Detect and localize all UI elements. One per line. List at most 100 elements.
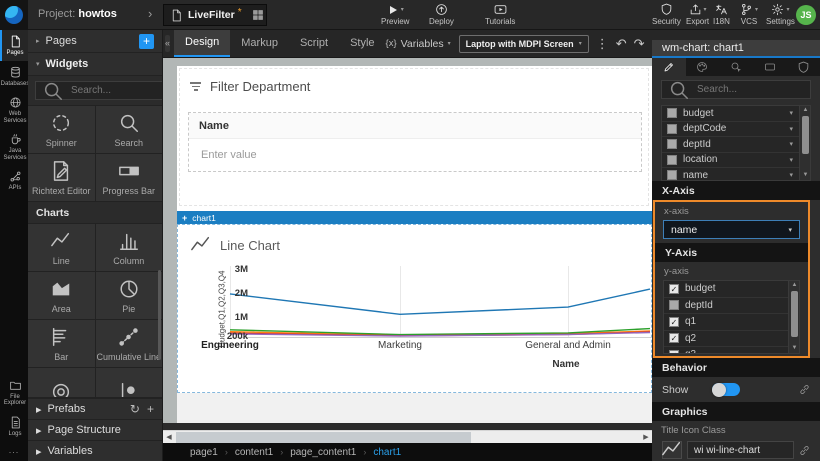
property-search[interactable] — [661, 80, 811, 99]
title-icon-class-input[interactable] — [687, 441, 794, 459]
bind-link-icon[interactable] — [799, 445, 810, 456]
tab-design[interactable]: Design — [174, 30, 230, 57]
checkbox-deptCode[interactable] — [667, 124, 677, 134]
chevron-down-icon[interactable]: ▾ — [789, 156, 793, 164]
variables-menu[interactable]: {x} Variables ▾ — [386, 38, 451, 50]
kebab-menu-icon[interactable]: ⋮ — [596, 37, 609, 50]
widget-progress-bar[interactable]: Progress Bar — [96, 154, 163, 201]
rail-item-web-services[interactable]: Web Services — [0, 91, 28, 128]
widget-column[interactable]: Column — [96, 224, 163, 271]
rail-item-apis[interactable]: APIs — [0, 165, 28, 196]
breadcrumb-item-content1[interactable]: content1 — [235, 447, 273, 458]
chevron-down-icon[interactable]: ▾ — [789, 171, 793, 179]
widget-search-input[interactable] — [69, 84, 163, 97]
user-avatar[interactable]: JS — [796, 5, 816, 25]
checkbox-budget[interactable] — [667, 108, 677, 118]
add-page-button[interactable]: + — [139, 34, 154, 49]
scrollbar-thumb[interactable] — [176, 432, 471, 443]
widget-area[interactable]: Area — [28, 272, 95, 319]
tab-styles[interactable] — [686, 58, 720, 76]
area-icon — [50, 278, 72, 300]
export-button[interactable]: ▾ Export — [686, 3, 709, 26]
scroll-down-arrow[interactable]: ▼ — [789, 344, 800, 353]
checkbox-deptId[interactable] — [667, 139, 677, 149]
widgets-accordion[interactable]: ▾ Widgets — [28, 53, 162, 76]
chart-widget-selection-bar[interactable]: + chart1 — [177, 211, 652, 224]
checkbox-q1[interactable]: ✓ — [669, 317, 679, 327]
widget-search[interactable]: Search — [96, 106, 163, 153]
widget-line[interactable]: Line — [28, 224, 95, 271]
widget-pie[interactable]: Pie — [96, 272, 163, 319]
chevron-down-icon[interactable]: ▾ — [789, 140, 793, 148]
scroll-up-arrow[interactable]: ▲ — [789, 281, 800, 290]
variables-accordion[interactable]: ▸ Variables — [28, 440, 162, 461]
rail-more-button[interactable]: ... — [0, 441, 28, 461]
tab-properties[interactable] — [652, 58, 686, 76]
widget-spinner[interactable]: Spinner — [28, 106, 95, 153]
scroll-up-arrow[interactable]: ▲ — [800, 106, 811, 115]
line-chart-widget[interactable]: Line Chart Budget,Q1,Q2,Q3,Q4 200k1M2M3M… — [177, 224, 652, 393]
vcs-button[interactable]: ▾ VCS — [740, 3, 758, 26]
rail-item-databases[interactable]: Databases — [0, 61, 28, 92]
grid-view-icon[interactable] — [252, 9, 264, 21]
page-structure-accordion[interactable]: ▸ Page Structure — [28, 419, 162, 440]
wavemaker-logo[interactable] — [5, 6, 23, 24]
chevron-down-icon[interactable]: ▾ — [789, 109, 793, 117]
widget-bar[interactable]: Bar — [28, 320, 95, 367]
y-axis-scrollbar[interactable]: ▲ ▼ — [788, 281, 799, 353]
livefilter-widget[interactable]: Filter Department Name — [179, 68, 649, 206]
rail-item-file-explorer[interactable]: File Explorer — [0, 374, 28, 411]
tab-security[interactable] — [786, 58, 820, 76]
tab-markup[interactable]: Markup — [230, 30, 289, 57]
page-preview[interactable]: Filter Department Name + chart1 Line Cha… — [177, 66, 652, 423]
rail-item-java-services[interactable]: Java Services — [0, 128, 28, 165]
scroll-down-arrow[interactable]: ▼ — [800, 171, 811, 180]
rail-item-pages[interactable]: Pages — [0, 30, 28, 61]
widget-richtext-editor[interactable]: Richtext Editor — [28, 154, 95, 201]
scroll-left-arrow[interactable]: ◀ — [163, 431, 175, 444]
horizontal-scrollbar[interactable]: ◀ ▶ — [163, 430, 652, 443]
breadcrumb-item-page1[interactable]: page1 — [190, 447, 218, 458]
left-panel-scrollbar[interactable] — [158, 270, 161, 360]
security-button[interactable]: Security — [652, 3, 681, 26]
show-toggle[interactable] — [712, 383, 740, 396]
undo-icon[interactable]: ↶ — [616, 37, 627, 50]
checkbox-budget[interactable]: ✓ — [669, 284, 679, 294]
refresh-icon[interactable]: ↻ — [130, 402, 140, 416]
widget-cumulative-line[interactable]: Cumulative Line — [96, 320, 163, 367]
device-selector[interactable]: Laptop with MDPI Screen▾ — [459, 35, 589, 53]
tab-inspect[interactable] — [719, 58, 753, 76]
deploy-button[interactable]: Deploy — [429, 3, 454, 26]
columns-scrollbar[interactable]: ▲ ▼ — [799, 106, 810, 180]
tab-device[interactable] — [753, 58, 787, 76]
design-canvas[interactable]: Filter Department Name + chart1 Line Cha… — [163, 58, 652, 430]
rail-item-logs[interactable]: Logs — [0, 411, 28, 442]
scroll-right-arrow[interactable]: ▶ — [640, 431, 652, 444]
bind-link-icon[interactable] — [799, 384, 810, 395]
redo-icon[interactable]: ↷ — [634, 37, 645, 50]
settings-button[interactable]: ▾ Settings — [766, 3, 795, 26]
checkbox-name[interactable] — [667, 170, 677, 180]
breadcrumb-item-page_content1[interactable]: page_content1 — [290, 447, 356, 458]
property-search-input[interactable] — [695, 83, 804, 96]
chevron-down-icon[interactable]: ▾ — [789, 125, 793, 133]
widget-donut[interactable] — [28, 368, 95, 398]
add-prefab-icon[interactable]: + — [147, 402, 154, 416]
widget-bubble[interactable] — [96, 368, 163, 398]
i18n-button[interactable]: I18N — [713, 3, 730, 26]
pages-accordion[interactable]: ▸ Pages + — [28, 30, 162, 53]
checkbox-q3[interactable]: ✓ — [669, 350, 679, 354]
name-field[interactable] — [199, 148, 631, 162]
tab-script[interactable]: Script — [289, 30, 339, 57]
breadcrumb-item-chart1[interactable]: chart1 — [373, 447, 401, 458]
checkbox-deptId[interactable] — [669, 300, 679, 310]
checkbox-location[interactable] — [667, 155, 677, 165]
checkbox-q2[interactable]: ✓ — [669, 333, 679, 343]
prefabs-accordion[interactable]: ▸ Prefabs ↻+ — [28, 398, 162, 419]
x-axis-select[interactable]: name ▾ — [663, 220, 800, 239]
collapse-left-panel-button[interactable]: « — [165, 35, 170, 52]
tutorials-button[interactable]: Tutorials — [485, 3, 515, 26]
preview-button[interactable]: ▾ Preview — [381, 3, 409, 26]
widget-search[interactable] — [35, 81, 163, 100]
tab-style[interactable]: Style — [339, 30, 385, 57]
